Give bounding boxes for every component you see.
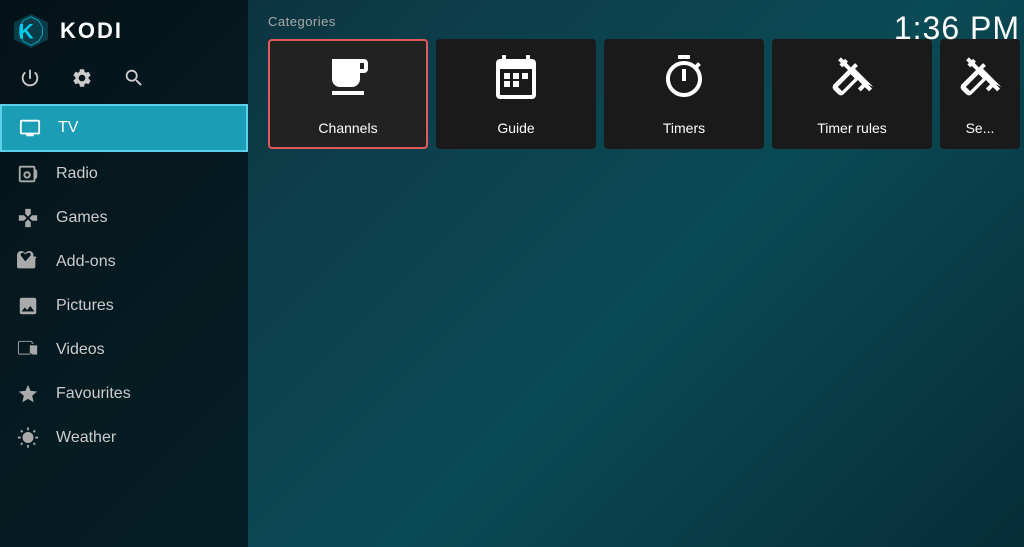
sidebar-item-videos-label: Videos [56, 341, 105, 359]
timer-rules-label: Timer rules [817, 120, 887, 136]
category-search[interactable]: Se... [940, 39, 1020, 149]
guide-icon [492, 53, 540, 110]
favourites-icon [16, 382, 40, 406]
sidebar-item-videos[interactable]: Videos [0, 328, 248, 372]
sidebar-header: K KODI [0, 0, 248, 58]
guide-label: Guide [497, 120, 534, 136]
categories-grid: Channels Guide [268, 39, 1020, 149]
sidebar-item-favourites-label: Favourites [56, 385, 131, 403]
timer-rules-icon [828, 53, 876, 110]
sidebar-item-tv-label: TV [58, 119, 78, 137]
main-content: 1:36 PM Categories Channels [248, 0, 1024, 547]
app-title: KODI [60, 18, 123, 44]
sidebar-item-radio-label: Radio [56, 165, 98, 183]
timers-label: Timers [663, 120, 705, 136]
timers-icon [660, 53, 708, 110]
tv-icon [18, 116, 42, 140]
clock: 1:36 PM [894, 10, 1020, 47]
videos-icon [16, 338, 40, 362]
category-timers[interactable]: Timers [604, 39, 764, 149]
sidebar-item-radio[interactable]: Radio [0, 152, 248, 196]
svg-text:K: K [19, 21, 34, 44]
sidebar-item-games-label: Games [56, 209, 108, 227]
sidebar-item-weather[interactable]: Weather [0, 416, 248, 460]
search-button[interactable] [120, 64, 148, 92]
kodi-logo: K [12, 12, 50, 50]
search-cat-icon [956, 53, 1004, 110]
navigation: TV Radio Games [0, 104, 248, 547]
sidebar-item-pictures[interactable]: Pictures [0, 284, 248, 328]
sidebar: K KODI TV [0, 0, 248, 547]
category-guide[interactable]: Guide [436, 39, 596, 149]
sidebar-item-games[interactable]: Games [0, 196, 248, 240]
sidebar-item-pictures-label: Pictures [56, 297, 114, 315]
games-icon [16, 206, 40, 230]
pictures-icon [16, 294, 40, 318]
sidebar-item-addons-label: Add-ons [56, 253, 116, 271]
sidebar-item-addons[interactable]: Add-ons [0, 240, 248, 284]
category-timer-rules[interactable]: Timer rules [772, 39, 932, 149]
addons-icon [16, 250, 40, 274]
sidebar-item-favourites[interactable]: Favourites [0, 372, 248, 416]
search-cat-label: Se... [966, 120, 995, 136]
sidebar-action-icons [0, 58, 248, 104]
sidebar-item-tv[interactable]: TV [0, 104, 248, 152]
settings-button[interactable] [68, 64, 96, 92]
power-button[interactable] [16, 64, 44, 92]
radio-icon [16, 162, 40, 186]
channels-icon [324, 53, 372, 110]
weather-icon [16, 426, 40, 450]
sidebar-item-weather-label: Weather [56, 429, 116, 447]
category-channels[interactable]: Channels [268, 39, 428, 149]
channels-label: Channels [318, 120, 377, 136]
